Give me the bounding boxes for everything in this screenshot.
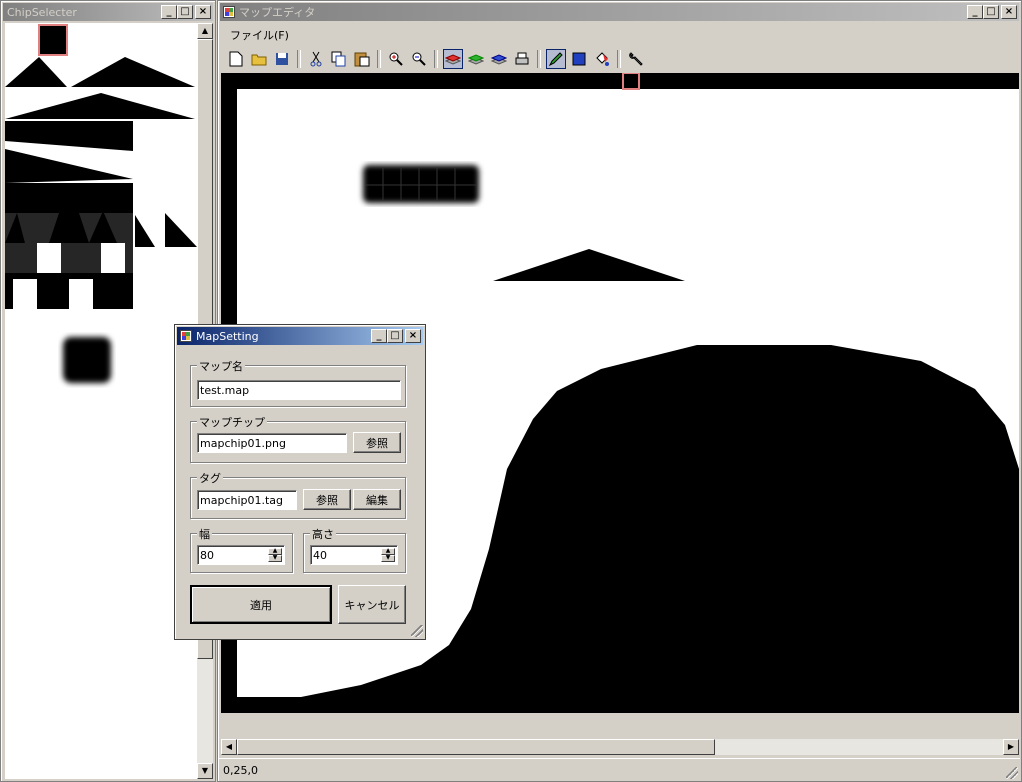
map-chip-label: マップチップ: [197, 414, 267, 430]
wrench-icon[interactable]: [626, 49, 646, 69]
minimize-button[interactable]: _: [967, 5, 983, 19]
scroll-down-button[interactable]: ▼: [197, 763, 213, 779]
chip-selecter-title: ChipSelecter: [7, 5, 77, 19]
scroll-thumb[interactable]: [237, 739, 715, 755]
status-text: 0,25,0: [223, 763, 258, 777]
map-name-label: マップ名: [197, 358, 245, 374]
save-icon[interactable]: [272, 49, 292, 69]
chip-palette-canvas[interactable]: [5, 23, 197, 779]
zoom-out-icon[interactable]: [409, 49, 429, 69]
map-editor-titlebar[interactable]: マップエディタ _ □ ×: [220, 3, 1019, 21]
app-icon: [180, 330, 192, 342]
new-file-icon[interactable]: [226, 49, 246, 69]
scroll-left-button[interactable]: ◀: [221, 739, 237, 755]
map-setting-dialog: MapSetting _ □ × マップ名 test.map マップチップ ma…: [174, 324, 426, 640]
tag-edit-button[interactable]: 編集: [353, 489, 401, 510]
map-chip-group: マップチップ mapchip01.png 参照: [190, 414, 406, 463]
height-label: 高さ: [310, 526, 336, 542]
app-icon: [223, 6, 235, 18]
maximize-button[interactable]: □: [387, 329, 403, 343]
width-input[interactable]: 80 ▲ ▼: [197, 545, 285, 565]
map-setting-titlebar[interactable]: MapSetting _ □ ×: [177, 327, 423, 345]
tag-label: タグ: [197, 470, 223, 486]
map-editor-title: マップエディタ: [239, 6, 316, 19]
layer-green-icon[interactable]: [466, 49, 486, 69]
chip-palette-image: [5, 24, 197, 383]
height-spinner[interactable]: ▲ ▼: [381, 548, 395, 562]
close-button[interactable]: ×: [195, 5, 211, 19]
minimize-button[interactable]: _: [371, 329, 387, 343]
width-group: 幅 80 ▲ ▼: [190, 526, 293, 573]
dialog-resize-grip[interactable]: [411, 625, 423, 637]
tag-input[interactable]: mapchip01.tag: [197, 490, 297, 510]
open-folder-icon[interactable]: [249, 49, 269, 69]
tag-browse-button[interactable]: 参照: [303, 489, 351, 510]
maximize-button[interactable]: □: [177, 5, 193, 19]
height-value: 40: [313, 549, 327, 562]
apply-button[interactable]: 適用: [190, 585, 332, 624]
menu-file[interactable]: ファイル(F): [222, 27, 297, 43]
width-value: 80: [200, 549, 214, 562]
scroll-right-button[interactable]: ▶: [1003, 739, 1019, 755]
layer-print-icon[interactable]: [512, 49, 532, 69]
maximize-button[interactable]: □: [983, 5, 999, 19]
map-chip-input[interactable]: mapchip01.png: [197, 433, 347, 453]
cut-icon[interactable]: [306, 49, 326, 69]
map-setting-title: MapSetting: [196, 329, 259, 343]
height-group: 高さ 40 ▲ ▼: [303, 526, 406, 573]
fill-rect-icon[interactable]: [569, 49, 589, 69]
width-label: 幅: [197, 526, 212, 542]
bucket-icon[interactable]: [592, 49, 612, 69]
close-button[interactable]: ×: [1001, 5, 1017, 19]
chip-selecter-titlebar[interactable]: ChipSelecter _ □ ×: [3, 3, 213, 21]
width-spinner[interactable]: ▲ ▼: [268, 548, 282, 562]
map-horizontal-scrollbar[interactable]: ◀ ▶: [221, 739, 1019, 755]
resize-grip[interactable]: [1006, 767, 1018, 779]
height-input[interactable]: 40 ▲ ▼: [310, 545, 398, 565]
close-button[interactable]: ×: [405, 329, 421, 343]
layer-blue-icon[interactable]: [489, 49, 509, 69]
cancel-button[interactable]: キャンセル: [338, 585, 406, 624]
minimize-button[interactable]: _: [161, 5, 177, 19]
scroll-up-button[interactable]: ▲: [197, 23, 213, 39]
layer-red-icon[interactable]: [443, 49, 463, 69]
pen-icon[interactable]: [546, 49, 566, 69]
tag-group: タグ mapchip01.tag 参照 編集: [190, 470, 406, 519]
map-name-group: マップ名 test.map: [190, 358, 406, 407]
paste-icon[interactable]: [352, 49, 372, 69]
menubar: ファイル(F): [222, 25, 297, 45]
copy-icon[interactable]: [329, 49, 349, 69]
map-chip-browse-button[interactable]: 参照: [353, 432, 401, 453]
map-name-input[interactable]: test.map: [197, 380, 401, 400]
toolbar: [222, 47, 1017, 71]
zoom-in-icon[interactable]: [386, 49, 406, 69]
statusbar: 0,25,0: [219, 758, 1020, 781]
